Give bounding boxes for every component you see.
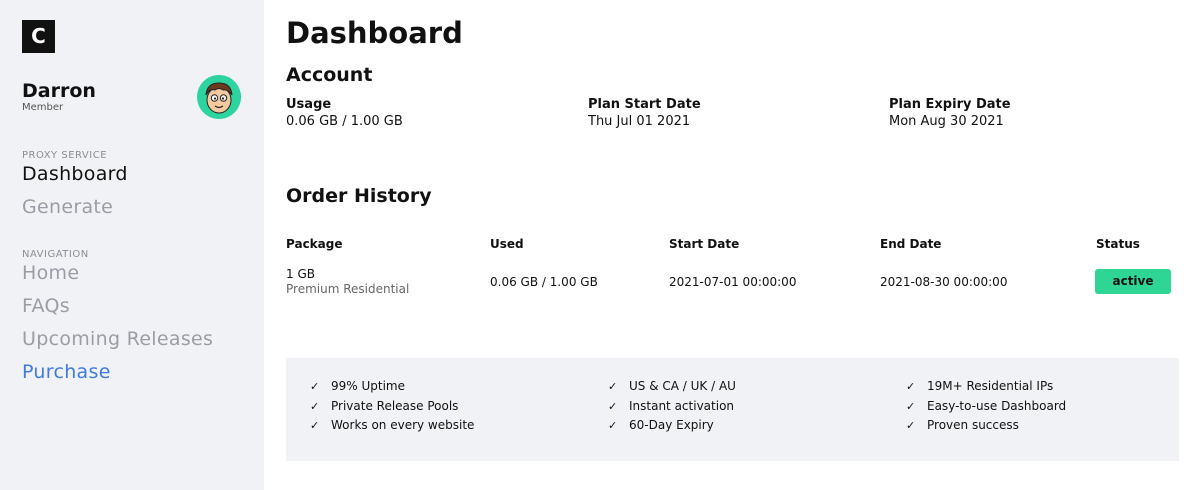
feature-item: ✓ 60-Day Expiry bbox=[608, 418, 714, 432]
column-header-used: Used bbox=[490, 237, 524, 251]
nav-item-home[interactable]: Home bbox=[22, 262, 79, 284]
plan-start-value: Thu Jul 01 2021 bbox=[588, 114, 691, 129]
feature-item: ✓ 19M+ Residential IPs bbox=[906, 379, 1054, 393]
check-icon: ✓ bbox=[608, 399, 618, 413]
page-title: Dashboard bbox=[286, 16, 463, 50]
avatar-face-icon bbox=[197, 75, 241, 119]
column-header-end-date: End Date bbox=[880, 237, 942, 251]
plan-expiry-label: Plan Expiry Date bbox=[889, 97, 1011, 112]
column-header-start-date: Start Date bbox=[669, 237, 740, 251]
cell-package: 1 GB bbox=[286, 267, 315, 281]
feature-item: ✓ Private Release Pools bbox=[310, 399, 459, 413]
features-panel: ✓ 99% Uptime ✓ Private Release Pools ✓ Work… bbox=[286, 358, 1179, 461]
user-role: Member bbox=[22, 102, 64, 113]
nav-item-generate[interactable]: Generate bbox=[22, 196, 113, 218]
cell-end-date: 2021-08-30 00:00:00 bbox=[880, 275, 1008, 289]
check-icon: ✓ bbox=[608, 379, 618, 393]
check-icon: ✓ bbox=[906, 399, 916, 413]
check-icon: ✓ bbox=[310, 379, 320, 393]
account-heading: Account bbox=[286, 64, 373, 86]
order-history-heading: Order History bbox=[286, 185, 432, 207]
section-label-navigation: NAVIGATION bbox=[22, 249, 89, 260]
plan-expiry-value: Mon Aug 30 2021 bbox=[889, 114, 1004, 129]
feature-item: ✓ Works on every website bbox=[310, 418, 475, 432]
feature-item: ✓ US & CA / UK / AU bbox=[608, 379, 736, 393]
check-icon: ✓ bbox=[608, 418, 618, 432]
section-label-proxy-service: PROXY SERVICE bbox=[22, 150, 108, 161]
nav-item-faqs[interactable]: FAQs bbox=[22, 295, 70, 317]
avatar[interactable] bbox=[197, 75, 241, 119]
check-icon: ✓ bbox=[310, 418, 320, 432]
cell-package-type: Premium Residential bbox=[286, 282, 410, 296]
feature-item: ✓ Instant activation bbox=[608, 399, 735, 413]
cell-start-date: 2021-07-01 00:00:00 bbox=[669, 275, 797, 289]
nav-item-upcoming-releases[interactable]: Upcoming Releases bbox=[22, 328, 213, 350]
usage-value: 0.06 GB / 1.00 GB bbox=[286, 114, 403, 129]
cell-used: 0.06 GB / 1.00 GB bbox=[490, 275, 598, 289]
feature-item: ✓ 99% Uptime bbox=[310, 379, 405, 393]
usage-label: Usage bbox=[286, 97, 332, 112]
nav-item-purchase[interactable]: Purchase bbox=[22, 361, 111, 383]
column-header-package: Package bbox=[286, 237, 343, 251]
check-icon: ✓ bbox=[310, 399, 320, 413]
user-name: Darron bbox=[22, 80, 96, 102]
column-header-status: Status bbox=[1096, 237, 1140, 251]
feature-item: ✓ Easy-to-use Dashboard bbox=[906, 399, 1067, 413]
app-logo[interactable]: C bbox=[22, 20, 55, 53]
check-icon: ✓ bbox=[906, 418, 916, 432]
status-badge: active bbox=[1095, 269, 1171, 294]
nav-item-dashboard[interactable]: Dashboard bbox=[22, 163, 128, 185]
plan-start-label: Plan Start Date bbox=[588, 97, 701, 112]
check-icon: ✓ bbox=[906, 379, 916, 393]
feature-item: ✓ Proven success bbox=[906, 418, 1019, 432]
sidebar: C Darron Member PROXY SERVICE Dashboard … bbox=[0, 0, 264, 490]
